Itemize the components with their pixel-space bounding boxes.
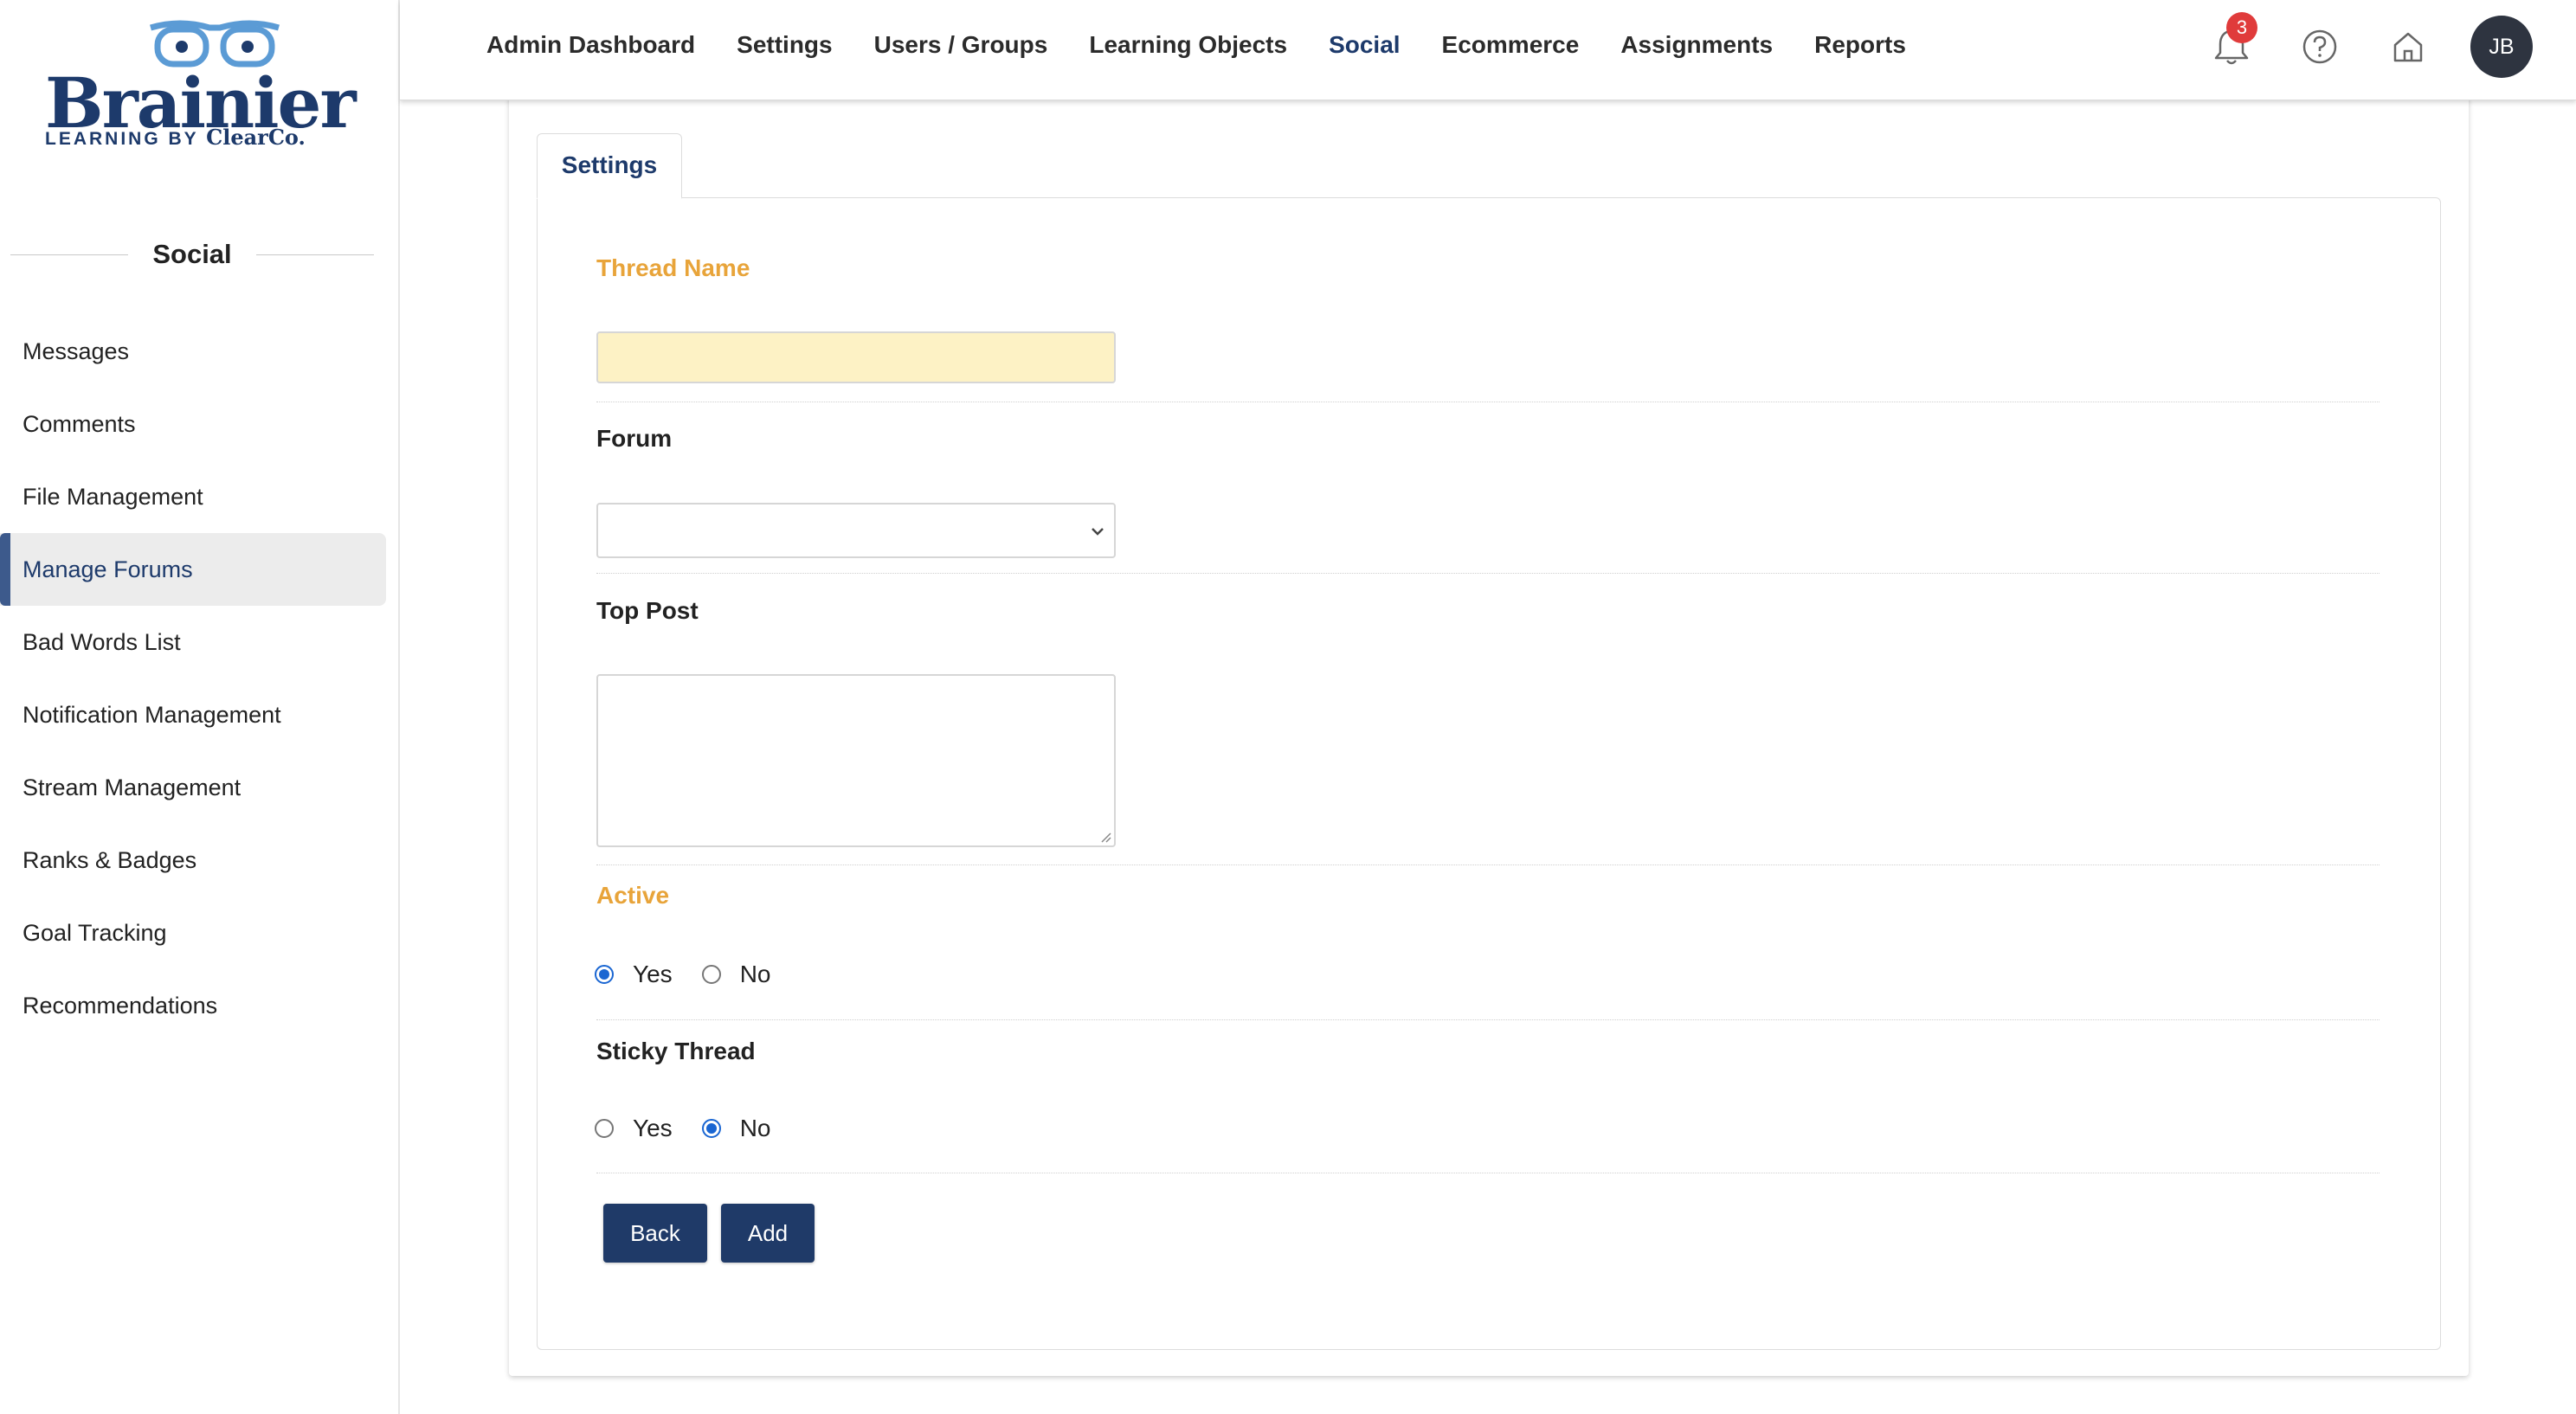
active-yes-radio[interactable]: [595, 965, 614, 984]
sticky-radio-group: Yes No: [595, 1115, 800, 1142]
field-divider: [596, 1019, 2380, 1020]
top-right-actions: 3 JB: [2169, 12, 2533, 78]
sidebar-menu: Messages Comments File Management Manage…: [0, 315, 398, 1042]
thread-form-card: Settings Thread Name Forum Top Post Acti…: [509, 87, 2469, 1376]
active-radio-group: Yes No: [595, 961, 800, 988]
nav-social[interactable]: Social: [1329, 31, 1400, 59]
settings-panel: Thread Name Forum Top Post Active Yes No…: [537, 197, 2441, 1350]
notification-count-badge: 3: [2226, 12, 2257, 43]
chevron-down-icon: [1092, 528, 1104, 536]
sidebar-item-file-management[interactable]: File Management: [0, 460, 364, 533]
tab-settings[interactable]: Settings: [537, 133, 682, 199]
sidebar-item-comments[interactable]: Comments: [0, 388, 364, 460]
active-no-radio[interactable]: [701, 965, 721, 984]
sidebar-item-stream-management[interactable]: Stream Management: [0, 751, 364, 824]
sidebar-item-manage-forums[interactable]: Manage Forums: [0, 533, 386, 606]
sidebar-item-ranks-badges[interactable]: Ranks & Badges: [0, 824, 364, 897]
active-no-label[interactable]: No: [740, 961, 771, 988]
field-divider: [596, 573, 2380, 574]
home-icon: [2393, 32, 2423, 62]
sticky-yes-label[interactable]: Yes: [633, 1115, 673, 1142]
logo-tagline: LEARNING BY ClearCo.: [45, 125, 306, 150]
sidebar-heading-text: Social: [152, 239, 232, 269]
sticky-no-radio[interactable]: [701, 1119, 721, 1138]
active-label: Active: [596, 882, 670, 909]
sticky-thread-label: Sticky Thread: [596, 1038, 756, 1064]
nav-users-groups[interactable]: Users / Groups: [874, 31, 1048, 59]
top-post-textarea[interactable]: [596, 674, 1116, 847]
sidebar-item-bad-words-list[interactable]: Bad Words List: [0, 606, 364, 678]
sticky-no-label[interactable]: No: [740, 1115, 771, 1142]
sidebar-item-messages[interactable]: Messages: [0, 315, 364, 388]
forum-label: Forum: [596, 425, 673, 452]
field-divider: [596, 864, 2380, 865]
thread-name-label: Thread Name: [596, 254, 750, 281]
sticky-yes-radio[interactable]: [595, 1119, 614, 1138]
back-button[interactable]: Back: [603, 1204, 707, 1263]
home-button[interactable]: [2382, 21, 2434, 73]
nav-admin-dashboard[interactable]: Admin Dashboard: [486, 31, 695, 59]
heading-divider-right: [255, 254, 375, 255]
sidebar-item-recommendations[interactable]: Recommendations: [0, 969, 364, 1042]
notifications-button[interactable]: 3: [2206, 12, 2257, 73]
nav-ecommerce[interactable]: Ecommerce: [1442, 31, 1580, 59]
nav-learning-objects[interactable]: Learning Objects: [1089, 31, 1287, 59]
top-post-label: Top Post: [596, 597, 699, 624]
resize-grip-icon[interactable]: [1098, 830, 1112, 844]
help-button[interactable]: [2294, 21, 2346, 73]
sidebar-section-heading: Social: [10, 234, 375, 275]
main-nav: Admin Dashboard Settings Users / Groups …: [486, 0, 1948, 90]
brainier-logo[interactable]: Brainier LEARNING BY ClearCo.: [42, 19, 357, 157]
logo-tag-brand: ClearCo.: [206, 125, 306, 150]
add-button[interactable]: Add: [721, 1204, 815, 1263]
user-avatar[interactable]: JB: [2470, 16, 2533, 78]
top-navigation-bar: Admin Dashboard Settings Users / Groups …: [400, 0, 2576, 100]
sidebar-item-notification-management[interactable]: Notification Management: [0, 678, 364, 751]
help-icon: [2302, 29, 2337, 64]
sidebar: Brainier LEARNING BY ClearCo. Social Mes…: [0, 0, 400, 1414]
nav-reports[interactable]: Reports: [1814, 31, 1906, 59]
nav-assignments[interactable]: Assignments: [1620, 31, 1773, 59]
thread-name-input[interactable]: [596, 331, 1116, 383]
sidebar-item-goal-tracking[interactable]: Goal Tracking: [0, 897, 364, 969]
nav-settings[interactable]: Settings: [737, 31, 832, 59]
logo-tag-prefix: LEARNING BY: [45, 129, 199, 149]
heading-divider-left: [10, 254, 129, 255]
forum-select[interactable]: [596, 503, 1116, 558]
active-yes-label[interactable]: Yes: [633, 961, 673, 988]
